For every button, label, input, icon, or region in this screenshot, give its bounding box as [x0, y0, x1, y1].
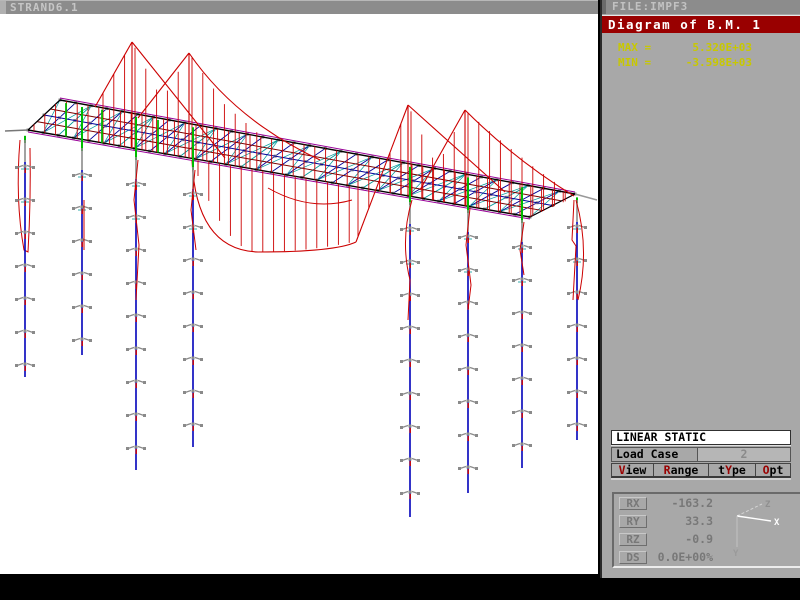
- file-bar: FILE:IMPF3: [602, 0, 800, 14]
- opt-button[interactable]: Opt: [756, 464, 790, 476]
- x-axis-line: [737, 516, 771, 521]
- z-axis-label: Z: [765, 500, 771, 510]
- min-value: -3.598E+03: [666, 55, 752, 70]
- min-label: MIN =: [618, 55, 666, 70]
- view-status-box: RX -163.2 RY 33.3 RZ -0.9 DS 0.0E+00% Z …: [612, 492, 800, 568]
- min-row: MIN = -3.598E+03: [618, 55, 788, 70]
- load-case-button[interactable]: Load Case: [612, 448, 698, 461]
- control-panel: FILE:IMPF3 Diagram of B.M. 1 MAX = 5.320…: [600, 0, 800, 577]
- titlebar-notch: [0, 1, 6, 15]
- type-hotkey: Y: [725, 463, 732, 477]
- view-post: iew: [626, 463, 647, 477]
- menu-bar: View Range tYpe Opt: [611, 463, 791, 478]
- model-viewport[interactable]: [0, 14, 598, 574]
- max-value: 5.320E+03: [666, 40, 752, 55]
- type-button[interactable]: tYpe: [709, 464, 756, 476]
- max-row: MAX = 5.320E+03: [618, 40, 788, 55]
- window-title: STRAND6.1: [10, 1, 79, 14]
- range-hotkey: R: [664, 463, 671, 477]
- max-label: MAX =: [618, 40, 666, 55]
- diagram-title: Diagram of B.M. 1: [608, 17, 761, 32]
- result-extremes: MAX = 5.320E+03 MIN = -3.598E+03: [618, 40, 788, 70]
- analysis-type-display: LINEAR STATIC: [611, 430, 791, 445]
- window-titlebar: STRAND6.1: [0, 0, 598, 14]
- x-axis-label: X: [774, 518, 780, 528]
- range-post: ange: [671, 463, 699, 477]
- axis-triad: Z X Y: [614, 494, 800, 566]
- range-button[interactable]: Range: [654, 464, 709, 476]
- z-axis-line: [737, 504, 762, 516]
- load-case-value: 2: [698, 448, 790, 461]
- load-case-row: Load Case 2: [611, 447, 791, 462]
- opt-hotkey: O: [763, 463, 770, 477]
- panel-footer: [600, 574, 800, 578]
- bridge-bm-wireframe: [0, 14, 598, 574]
- y-axis-label: Y: [733, 549, 739, 559]
- type-post: pe: [732, 463, 746, 477]
- diagram-title-bar: Diagram of B.M. 1: [602, 15, 800, 33]
- file-label: FILE:IMPF3: [612, 0, 688, 13]
- opt-post: pt: [770, 463, 784, 477]
- view-hotkey: V: [619, 463, 626, 477]
- view-button[interactable]: View: [612, 464, 654, 476]
